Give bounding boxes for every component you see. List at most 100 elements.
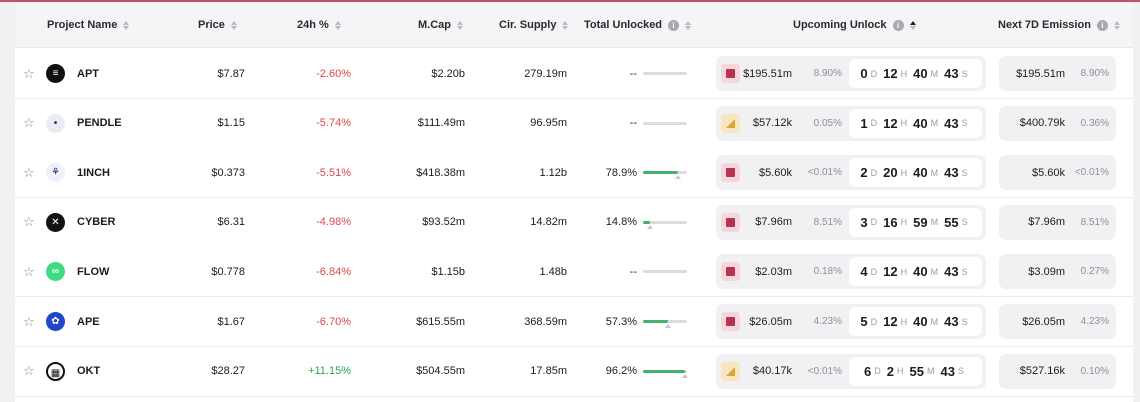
favorite-star-icon[interactable]: ☆ [23,198,37,247]
project-name[interactable]: CYBER [77,198,116,247]
upcoming-unlock-card[interactable]: $2.03m 0.18% 4 D 12 H 40 M 43 S [716,254,986,290]
countdown-unit-d: D [870,68,878,79]
unlock-progress-bar [643,320,687,328]
table-row[interactable]: ☆ ✕ CYBER $6.31 -4.98% $93.52m 14.82m 14.8% $7.9… [15,197,1133,248]
sort-icon[interactable] [562,20,569,30]
table-row[interactable]: ☆ ▦ OKT $28.27 +11.15% $504.55m 17.85m 96.2% $40… [15,346,1133,397]
project-name[interactable]: APT [77,49,99,98]
countdown-days: 2 [860,165,868,181]
sort-icon[interactable] [457,20,463,30]
countdown-seconds: 43 [944,264,959,280]
project-name[interactable]: APE [77,297,100,346]
next-7d-emission-card[interactable]: $527.16k 0.10% [999,353,1116,389]
unlock-type-icon [721,262,740,282]
token-unlock-table: Project Name Price 24h % M.Cap Cir. Supp… [15,2,1133,402]
upcoming-unlock-card[interactable]: $57.12k 0.05% 1 D 12 H 40 M 43 S [716,105,986,141]
info-icon[interactable]: i [892,19,904,31]
unlock-progress-bar [643,171,687,180]
change-24h-value: -6.84% [316,265,351,278]
countdown-unit-h: H [900,118,908,129]
countdown-days: 5 [860,314,868,329]
favorite-star-icon[interactable]: ☆ [23,247,37,296]
sort-icon[interactable] [1113,20,1120,30]
flow-logo-icon: ∞ [46,247,66,296]
sort-ascending-icon[interactable] [909,20,916,30]
next-7d-emission-card[interactable]: $26.05m 4.23% [999,304,1116,339]
emission-percent: 8.90% [1080,68,1109,79]
circulating-supply-value: 17.85m [530,365,567,378]
column-header-label: M.Cap [418,19,451,31]
upcoming-unlock-card[interactable]: $7.96m 8.51% 3 D 16 H 59 M 55 S [716,204,986,240]
countdown-minutes: 40 [913,66,928,81]
change-24h-value: -5.74% [316,117,351,130]
upcoming-unlock-amount: $40.17k [752,365,792,378]
next-7d-emission-card[interactable]: $400.79k 0.36% [999,105,1116,141]
market-cap-value: $615.55m [416,315,465,328]
upcoming-unlock-card[interactable]: $195.51m 8.90% 0 D 12 H 40 M 43 S [716,56,986,91]
emission-percent: 0.27% [1080,266,1109,278]
column-header-emission[interactable]: Next 7D Emission i [998,2,1120,48]
countdown-unit-h: H [900,316,908,327]
column-header-supply[interactable]: Cir. Supply [499,2,569,48]
circulating-supply-value: 96.95m [530,117,567,130]
emission-percent: 0.36% [1080,117,1109,129]
table-row[interactable]: ☆ ✿ APE $1.67 -6.70% $615.55m 368.59m 57.3% $26.… [15,297,1133,347]
project-name[interactable]: 1INCH [77,148,110,197]
table-row[interactable]: ☆ ∞ FLOW $0.778 -6.84% $1.15b 1.48b -- $2.03m 0.1… [15,247,1133,298]
column-header-project[interactable]: Project Name [47,2,130,48]
project-name[interactable]: PENDLE [77,99,122,148]
info-icon[interactable]: i [1096,19,1108,31]
unlock-type-icon [721,361,740,381]
column-header-mcap[interactable]: M.Cap [418,2,463,48]
market-cap-value: $504.55m [416,365,465,378]
upcoming-unlock-amount: $7.96m [755,216,792,229]
column-header-change[interactable]: 24h % [297,2,341,48]
countdown-hours: 12 [883,115,898,131]
change-24h-value: -4.98% [316,216,351,229]
sort-icon[interactable] [230,20,237,30]
total-unlocked-value: -- [629,117,637,130]
total-unlocked-value: -- [629,265,637,278]
column-header-unlocked[interactable]: Total Unlocked i [584,2,692,48]
project-name[interactable]: FLOW [77,247,109,296]
next-7d-emission-card[interactable]: $3.09m 0.27% [999,254,1116,290]
upcoming-unlock-card[interactable]: $26.05m 4.23% 5 D 12 H 40 M 43 S [716,304,986,339]
progress-marker-icon [682,373,688,378]
upcoming-unlock-card[interactable]: $40.17k <0.01% 6 D 2 H 55 M 43 S [716,353,986,389]
progress-marker-icon [675,175,681,180]
sort-icon[interactable] [685,20,692,30]
upcoming-unlock-card[interactable]: $5.60k <0.01% 2 D 20 H 40 M 43 S [716,155,986,191]
column-header-label: Upcoming Unlock [793,19,887,31]
sort-icon[interactable] [123,20,130,30]
favorite-star-icon[interactable]: ☆ [23,99,37,148]
countdown-minutes: 40 [913,314,928,329]
countdown-unit-s: S [961,68,968,79]
column-header-label: Next 7D Emission [998,19,1091,31]
column-header-price[interactable]: Price [198,2,237,48]
1inch-logo-icon: ⚘ [46,148,66,197]
emission-amount: $3.09m [1028,265,1065,278]
table-row[interactable]: ☆ ≡ APT $7.87 -2.60% $2.20b 279.19m -- $195.51m 8… [15,49,1133,99]
progress-marker-icon [647,224,653,229]
project-name[interactable]: OKT [77,347,100,396]
countdown-hours: 12 [883,314,898,329]
apt-logo-icon: ≡ [46,49,66,98]
next-7d-emission-card[interactable]: $5.60k <0.01% [999,155,1116,191]
emission-percent: <0.01% [1074,167,1109,179]
emission-amount: $5.60k [1031,166,1065,179]
next-7d-emission-card[interactable]: $195.51m 8.90% [999,56,1116,91]
favorite-star-icon[interactable]: ☆ [23,148,37,197]
favorite-star-icon[interactable]: ☆ [23,49,37,98]
table-row[interactable]: ☆ ⚘ 1INCH $0.373 -5.51% $418.38m 1.12b 78.9% $5.… [15,148,1133,199]
info-icon[interactable]: i [668,19,680,31]
emission-amount: $195.51m [1016,67,1065,80]
favorite-star-icon[interactable]: ☆ [23,347,37,396]
sort-icon[interactable] [334,20,341,30]
upcoming-unlock-percent: <0.01% [807,167,842,179]
table-row[interactable]: ☆ • PENDLE $1.15 -5.74% $111.49m 96.95m -- $57.1… [15,98,1133,149]
column-header-upcoming[interactable]: Upcoming Unlock i [793,2,916,48]
countdown-seconds: 43 [944,314,959,329]
next-7d-emission-card[interactable]: $7.96m 8.51% [999,204,1116,240]
favorite-star-icon[interactable]: ☆ [23,297,37,346]
change-24h-value: -6.70% [316,315,351,328]
